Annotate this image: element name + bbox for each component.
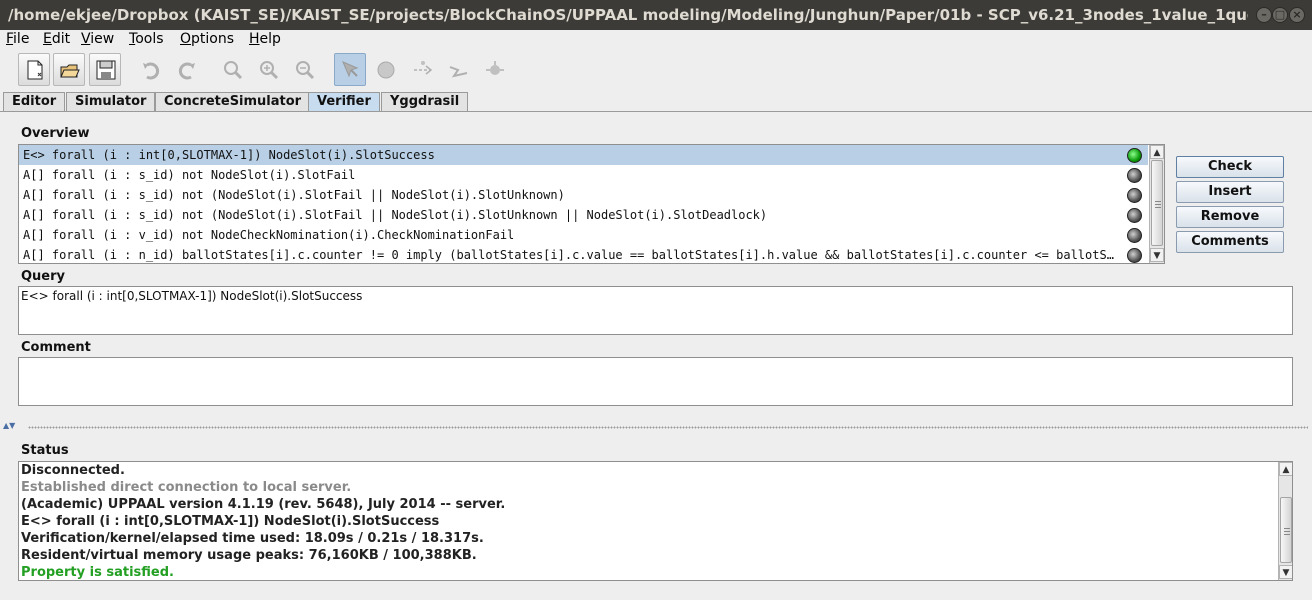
query-row-text: A[] forall (i : n_id) ballotStates[i].c.… — [23, 248, 1121, 262]
status-line: Established direct connection to local s… — [21, 480, 352, 495]
query-field[interactable]: E<> forall (i : int[0,SLOTMAX-1]) NodeSl… — [18, 286, 1293, 335]
scroll-thumb[interactable] — [1151, 160, 1163, 246]
select-tool-button[interactable] — [334, 53, 366, 86]
query-row[interactable]: A[] forall (i : s_id) not NodeSlot(i).Sl… — [19, 165, 1148, 185]
zoom-fit-button[interactable] — [216, 53, 248, 86]
scroll-up-icon[interactable]: ▲ — [1150, 145, 1164, 159]
status-line: Resident/virtual memory usage peaks: 76,… — [21, 548, 477, 563]
branch-tool-icon — [486, 61, 504, 75]
tab-simulator[interactable]: Simulator — [66, 92, 156, 112]
undo-button[interactable] — [134, 53, 166, 86]
menu-options[interactable]: Options — [180, 31, 234, 47]
nail-tool-icon — [449, 66, 468, 78]
save-button[interactable] — [89, 53, 121, 86]
comment-label: Comment — [21, 340, 91, 355]
check-button[interactable]: Check — [1176, 156, 1284, 178]
close-icon[interactable]: × — [1289, 7, 1305, 23]
query-row[interactable]: A[] forall (i : s_id) not (NodeSlot(i).S… — [19, 205, 1148, 225]
overview-label: Overview — [21, 126, 90, 141]
scroll-up-icon[interactable]: ▲ — [1279, 462, 1292, 476]
status-unknown-icon — [1127, 168, 1142, 183]
edge-tool-button[interactable] — [406, 53, 438, 86]
status-scrollbar[interactable]: ▲ ▼ — [1278, 462, 1292, 580]
redo-button[interactable] — [170, 53, 202, 86]
tab-verifier[interactable]: Verifier — [308, 92, 380, 112]
branch-tool-button[interactable] — [478, 53, 510, 86]
status-line: (Academic) UPPAAL version 4.1.19 (rev. 5… — [21, 497, 506, 512]
status-line: Verification/kernel/elapsed time used: 1… — [21, 531, 484, 546]
status-unknown-icon — [1127, 188, 1142, 203]
splitter-arrows-icon[interactable]: ▲▼ — [3, 421, 15, 430]
open-button[interactable] — [53, 53, 85, 86]
scroll-down-icon[interactable]: ▼ — [1279, 565, 1292, 579]
menu-edit[interactable]: Edit — [43, 31, 70, 47]
tab-yggdrasil[interactable]: Yggdrasil — [381, 92, 469, 112]
menu-help[interactable]: Help — [249, 31, 281, 47]
status-unknown-icon — [1127, 208, 1142, 223]
query-row-text: A[] forall (i : v_id) not NodeCheckNomin… — [23, 228, 515, 242]
query-row-text: A[] forall (i : s_id) not (NodeSlot(i).S… — [23, 188, 565, 202]
status-unknown-icon — [1127, 228, 1142, 243]
menu-file[interactable]: File — [6, 31, 29, 47]
query-row[interactable]: A[] forall (i : s_id) not (NodeSlot(i).S… — [19, 185, 1148, 205]
overview-scrollbar[interactable]: ▲ ▼ — [1149, 145, 1164, 263]
scroll-down-icon[interactable]: ▼ — [1150, 248, 1164, 262]
scroll-thumb[interactable] — [1280, 497, 1292, 563]
query-list: E<> forall (i : int[0,SLOTMAX-1]) NodeSl… — [18, 144, 1165, 264]
window-titlebar: /home/ekjee/Dropbox (KAIST_SE)/KAIST_SE/… — [0, 0, 1312, 30]
status-line: E<> forall (i : int[0,SLOTMAX-1]) NodeSl… — [21, 514, 440, 529]
comment-field[interactable] — [18, 357, 1293, 406]
status-label: Status — [21, 443, 69, 458]
status-line: Disconnected. — [21, 463, 125, 478]
insert-button[interactable]: Insert — [1176, 181, 1284, 203]
undo-icon — [143, 62, 160, 80]
edge-tool-icon — [414, 61, 433, 75]
open-folder-icon — [60, 64, 80, 78]
nail-tool-button[interactable] — [442, 53, 474, 86]
query-row-text: A[] forall (i : s_id) not (NodeSlot(i).S… — [23, 208, 768, 222]
remove-button[interactable]: Remove — [1176, 206, 1284, 228]
status-satisfied-icon — [1127, 148, 1142, 163]
zoom-in-button[interactable] — [252, 53, 284, 86]
redo-icon — [178, 62, 195, 80]
menu-tools[interactable]: Tools — [129, 31, 164, 47]
zoom-fit-icon — [224, 61, 243, 80]
zoom-out-button[interactable] — [288, 53, 320, 86]
tab-editor[interactable]: Editor — [3, 92, 66, 112]
minimize-icon[interactable]: – — [1256, 7, 1272, 23]
query-row-text: E<> forall (i : int[0,SLOTMAX-1]) NodeSl… — [23, 148, 435, 162]
tab-concrete-simulator[interactable]: ConcreteSimulator — [155, 92, 311, 112]
save-icon — [96, 60, 116, 80]
query-row[interactable]: E<> forall (i : int[0,SLOTMAX-1]) NodeSl… — [19, 145, 1148, 165]
status-log: Disconnected. Established direct connect… — [18, 461, 1293, 581]
status-unknown-icon — [1127, 248, 1142, 263]
zoom-out-icon — [296, 61, 315, 80]
menu-view[interactable]: View — [81, 31, 114, 47]
new-file-button[interactable] — [18, 53, 50, 86]
toolbar — [0, 50, 1312, 90]
status-line-result: Property is satisfied. — [21, 565, 174, 580]
tab-divider — [0, 111, 1312, 112]
pane-splitter[interactable]: ▲▼ — [0, 421, 1312, 431]
maximize-icon[interactable]: □ — [1272, 7, 1288, 23]
query-row[interactable]: A[] forall (i : v_id) not NodeCheckNomin… — [19, 225, 1148, 245]
comments-button[interactable]: Comments — [1176, 231, 1284, 253]
query-row[interactable]: A[] forall (i : n_id) ballotStates[i].c.… — [19, 245, 1148, 263]
zoom-in-icon — [260, 61, 279, 80]
location-tool-icon — [377, 61, 395, 79]
window-title: /home/ekjee/Dropbox (KAIST_SE)/KAIST_SE/… — [8, 6, 1248, 24]
query-label: Query — [21, 269, 66, 284]
menu-bar: File Edit View Tools Options Help — [0, 30, 1312, 50]
location-tool-button[interactable] — [370, 53, 402, 86]
new-file-icon — [27, 60, 43, 80]
select-tool-icon — [342, 61, 359, 78]
tab-bar: Editor Simulator ConcreteSimulator Verif… — [0, 92, 1312, 112]
query-row-text: A[] forall (i : s_id) not NodeSlot(i).Sl… — [23, 168, 356, 182]
